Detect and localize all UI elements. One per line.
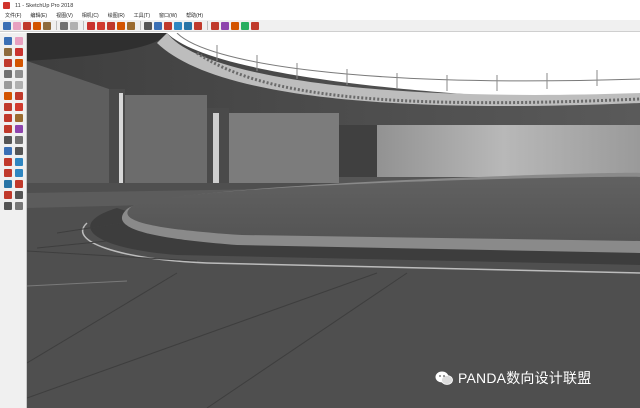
offset-icon[interactable] bbox=[15, 114, 23, 122]
axes-icon[interactable] bbox=[4, 158, 12, 166]
orbit-icon[interactable] bbox=[4, 169, 12, 177]
pie-icon[interactable] bbox=[15, 92, 23, 100]
menu-camera[interactable]: 相机(C) bbox=[82, 12, 99, 19]
components-icon[interactable] bbox=[231, 21, 239, 30]
rectangle-icon[interactable] bbox=[60, 21, 68, 30]
rotate-icon[interactable] bbox=[107, 21, 115, 30]
menu-window[interactable]: 窗口(W) bbox=[159, 12, 177, 19]
pan-icon[interactable] bbox=[15, 169, 23, 177]
left-wall-panel bbox=[125, 95, 207, 187]
eraser-icon[interactable] bbox=[15, 37, 23, 45]
back-wall-recess bbox=[339, 125, 377, 177]
text-icon[interactable] bbox=[154, 21, 162, 30]
zoom-window-icon[interactable] bbox=[15, 180, 23, 188]
paint-bucket-icon[interactable] bbox=[4, 48, 12, 56]
follow-me-icon[interactable] bbox=[4, 125, 12, 133]
select-arrow-icon[interactable] bbox=[3, 21, 11, 30]
warehouse-icon[interactable] bbox=[211, 21, 219, 30]
pan-icon[interactable] bbox=[174, 21, 182, 30]
scale-icon[interactable] bbox=[117, 21, 125, 30]
left-column-highlight bbox=[119, 93, 123, 191]
toolbar-separator bbox=[56, 21, 57, 30]
menu-help[interactable]: 帮助(H) bbox=[186, 12, 203, 19]
walk-icon[interactable] bbox=[15, 191, 23, 199]
extension-icon[interactable] bbox=[221, 21, 229, 30]
offset-icon[interactable] bbox=[127, 21, 135, 30]
intersect-icon[interactable] bbox=[15, 125, 23, 133]
left-tool-palette bbox=[0, 33, 27, 408]
push-pull-icon[interactable] bbox=[15, 48, 23, 56]
polygon-icon[interactable] bbox=[15, 81, 23, 89]
rectangle-icon[interactable] bbox=[4, 70, 12, 78]
tape-measure-icon[interactable] bbox=[4, 136, 12, 144]
freehand-icon[interactable] bbox=[15, 59, 23, 67]
toolbar-separator bbox=[207, 21, 208, 30]
move-icon[interactable] bbox=[97, 21, 105, 30]
mid-column bbox=[213, 113, 219, 185]
zoom-extents-icon[interactable] bbox=[4, 191, 12, 199]
orbit-icon[interactable] bbox=[164, 21, 172, 30]
menu-tools[interactable]: 工具(T) bbox=[134, 12, 150, 19]
watermark-text: PANDA数向设计联盟 bbox=[458, 370, 592, 386]
tape-measure-icon[interactable] bbox=[144, 21, 152, 30]
menu-bar: 文件(F) 编辑(E) 视图(V) 相机(C) 绘图(R) 工具(T) 窗口(W… bbox=[0, 11, 640, 20]
menu-file[interactable]: 文件(F) bbox=[5, 12, 21, 19]
zoom-icon[interactable] bbox=[184, 21, 192, 30]
section-icon[interactable] bbox=[251, 21, 259, 30]
model-viewport[interactable] bbox=[27, 33, 640, 408]
watermark: PANDA数向设计联盟 bbox=[435, 368, 591, 388]
position-camera-icon[interactable] bbox=[15, 202, 23, 210]
menu-edit[interactable]: 编辑(E) bbox=[30, 12, 47, 19]
back-wall bbox=[367, 125, 640, 177]
arc-icon[interactable] bbox=[33, 21, 41, 30]
menu-view[interactable]: 视图(V) bbox=[56, 12, 73, 19]
styles-icon[interactable] bbox=[241, 21, 249, 30]
select-arrow-icon[interactable] bbox=[4, 37, 12, 45]
menu-draw[interactable]: 绘图(R) bbox=[108, 12, 125, 19]
wechat-icon bbox=[435, 370, 453, 386]
move-icon[interactable] bbox=[4, 103, 12, 111]
protractor-icon[interactable] bbox=[15, 136, 23, 144]
model-scene bbox=[27, 33, 640, 408]
eraser-icon[interactable] bbox=[13, 21, 21, 30]
rotated-rect-icon[interactable] bbox=[15, 70, 23, 78]
red-cross-icon[interactable] bbox=[194, 21, 202, 30]
paint-bucket-icon[interactable] bbox=[43, 21, 51, 30]
pencil-icon[interactable] bbox=[4, 59, 12, 67]
look-around-icon[interactable] bbox=[4, 202, 12, 210]
section-icon[interactable] bbox=[15, 158, 23, 166]
pencil-icon[interactable] bbox=[23, 21, 31, 30]
rotate-icon[interactable] bbox=[15, 103, 23, 111]
text-icon[interactable] bbox=[15, 147, 23, 155]
circle-icon[interactable] bbox=[4, 81, 12, 89]
mid-wall bbox=[227, 113, 339, 183]
toolbar-separator bbox=[83, 21, 84, 30]
scale-icon[interactable] bbox=[4, 114, 12, 122]
main-toolbar bbox=[0, 20, 640, 32]
toolbar-separator bbox=[140, 21, 141, 30]
title-bar: 11 - SketchUp Pro 2018 bbox=[0, 0, 640, 11]
zoom-icon[interactable] bbox=[4, 180, 12, 188]
sketchup-app-icon bbox=[3, 2, 10, 9]
arc-icon[interactable] bbox=[4, 92, 12, 100]
circle-icon[interactable] bbox=[70, 21, 78, 30]
push-pull-icon[interactable] bbox=[87, 21, 95, 30]
dimension-icon[interactable] bbox=[4, 147, 12, 155]
window-title: 11 - SketchUp Pro 2018 bbox=[15, 2, 74, 9]
